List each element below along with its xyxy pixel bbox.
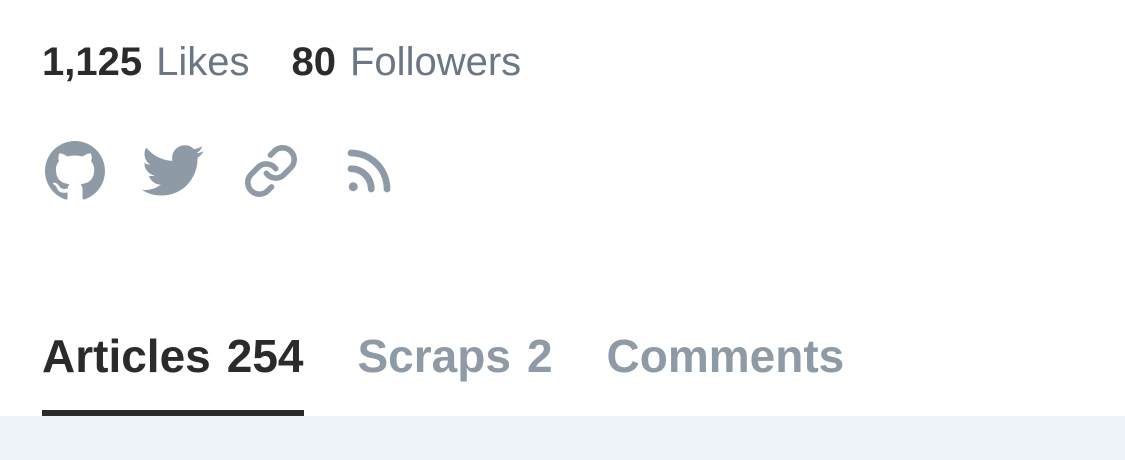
link-icon [243, 143, 299, 199]
twitter-link[interactable] [142, 140, 204, 202]
likes-stat[interactable]: 1,125 Likes [42, 38, 250, 86]
tab-comments-label: Comments [606, 330, 845, 382]
tab-content-area [0, 416, 1125, 460]
likes-label: Likes [156, 40, 250, 84]
likes-count: 1,125 [42, 40, 143, 84]
profile-stats: 1,125 Likes 80 Followers [42, 38, 563, 86]
tab-scraps-count: 2 [526, 330, 553, 382]
website-link[interactable] [240, 140, 302, 202]
twitter-icon [142, 145, 204, 197]
followers-label: Followers [350, 40, 522, 84]
tab-scraps[interactable]: Scraps 2 [358, 326, 553, 416]
rss-icon [342, 144, 396, 198]
tab-articles-label: Articles [42, 330, 211, 382]
tab-articles[interactable]: Articles 254 [42, 326, 304, 416]
tab-articles-count: 254 [226, 330, 304, 382]
tab-scraps-label: Scraps [357, 330, 511, 382]
followers-count: 80 [291, 40, 337, 84]
followers-stat[interactable]: 80 Followers [292, 38, 522, 86]
tab-comments[interactable]: Comments [607, 326, 861, 416]
github-link[interactable] [44, 140, 106, 202]
social-links [44, 140, 436, 202]
github-icon [45, 141, 105, 201]
rss-link[interactable] [338, 140, 400, 202]
profile-tabs: Articles 254 Scraps 2 Comments [42, 326, 914, 416]
